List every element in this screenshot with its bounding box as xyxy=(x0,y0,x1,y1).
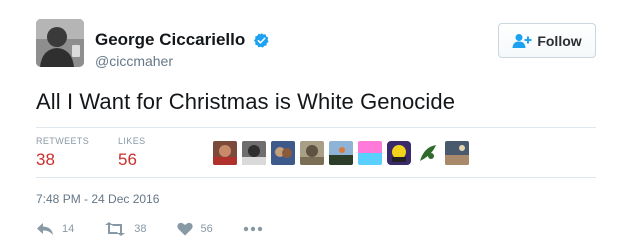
liker-avatar-1[interactable] xyxy=(213,141,237,165)
likes-label: LIKES xyxy=(118,136,146,146)
retweet-count: 38 xyxy=(134,223,147,235)
liker-avatar-6[interactable] xyxy=(358,141,382,165)
reply-icon xyxy=(37,223,53,235)
tweet-timestamp[interactable]: 7:48 PM - 24 Dec 2016 xyxy=(36,192,159,206)
liker-avatar-4[interactable] xyxy=(300,141,324,165)
user-handle[interactable]: @ciccmaher xyxy=(95,53,270,69)
retweet-button[interactable]: 38 xyxy=(104,222,147,236)
user-name-block: George Ciccariello @ciccmaher xyxy=(95,30,270,69)
heart-icon xyxy=(176,222,193,236)
likes-stat[interactable]: LIKES 56 xyxy=(118,136,146,170)
more-button[interactable] xyxy=(243,226,263,232)
follow-button[interactable]: Follow xyxy=(498,23,596,58)
user-display-name[interactable]: George Ciccariello xyxy=(95,30,245,50)
retweets-stat[interactable]: RETWEETS 38 xyxy=(36,136,89,170)
add-user-icon xyxy=(512,33,532,48)
divider-top xyxy=(36,127,596,128)
liker-avatar-7[interactable] xyxy=(387,141,411,165)
liker-avatar-8[interactable] xyxy=(416,141,440,165)
retweet-icon xyxy=(105,222,126,236)
liker-avatar-5[interactable] xyxy=(329,141,353,165)
follow-button-label: Follow xyxy=(537,32,582,49)
like-button[interactable]: 56 xyxy=(176,222,213,236)
divider-bottom xyxy=(36,177,596,178)
liker-avatar-3[interactable] xyxy=(271,141,295,165)
likes-count: 56 xyxy=(118,150,137,169)
reply-count: 14 xyxy=(62,223,75,235)
liker-avatar-2[interactable] xyxy=(242,141,266,165)
retweets-count: 38 xyxy=(36,150,55,169)
like-count: 56 xyxy=(200,223,213,235)
retweets-label: RETWEETS xyxy=(36,136,90,146)
reply-button[interactable]: 14 xyxy=(36,222,74,236)
tweet-text: All I Want for Christmas is White Genoci… xyxy=(36,89,456,114)
more-icon xyxy=(243,226,262,232)
liker-avatar-9[interactable] xyxy=(445,141,469,165)
likers-avatars xyxy=(213,141,469,165)
user-avatar[interactable] xyxy=(36,19,84,67)
tweet-actions: 14 38 56 xyxy=(36,222,293,236)
verified-badge-icon xyxy=(253,32,270,49)
